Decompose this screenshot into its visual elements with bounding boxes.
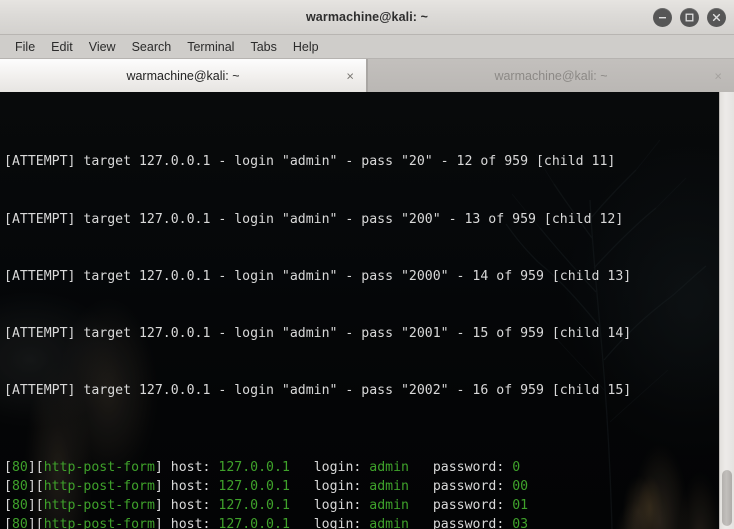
result-password-label: password: [432,459,513,475]
result-host-label: host: [170,517,219,529]
tab-bar: warmachine@kali: ~ × warmachine@kali: ~ … [0,59,734,92]
scrollbar-thumb[interactable] [722,470,732,526]
menu-item-view[interactable]: View [82,38,123,56]
result-gap-2 [409,517,433,529]
result-host-label: host: [170,478,219,494]
result-password: 01 [512,497,529,513]
tab-label: warmachine@kali: ~ [126,68,240,83]
menu-bar: File Edit View Search Terminal Tabs Help [0,35,734,59]
result-port: 80 [11,517,28,529]
menu-item-edit[interactable]: Edit [44,38,80,56]
result-open-bracket: [ [4,478,12,494]
menu-item-terminal[interactable]: Terminal [180,38,241,56]
result-password: 0 [512,459,521,475]
result-login: admin [369,497,409,513]
result-port: 80 [11,459,28,475]
result-password: 03 [512,517,529,529]
result-login-label: login: [313,478,370,494]
result-close-bracket: ] [154,497,171,513]
close-button[interactable] [707,8,726,27]
maximize-button[interactable] [680,8,699,27]
terminal-window: warmachine@kali: ~ File Edit View Search… [0,0,734,529]
attempt-text: [ATTEMPT] target 127.0.0.1 - login "admi… [4,268,632,284]
result-bracket-mid: ][ [27,478,44,494]
menu-item-file[interactable]: File [8,38,42,56]
result-close-bracket: ] [154,459,171,475]
result-gap-2 [409,460,433,475]
terminal-line-result: [80][http-post-form] host: 127.0.0.1 log… [4,477,719,496]
minimize-button[interactable] [653,8,672,27]
menu-item-help[interactable]: Help [286,38,326,56]
terminal-line-attempt: [ATTEMPT] target 127.0.0.1 - login "admi… [4,267,719,286]
result-gap-1 [290,517,314,529]
terminal-output[interactable]: [ATTEMPT] target 127.0.0.1 - login "admi… [0,92,719,529]
terminal-area: [ATTEMPT] target 127.0.0.1 - login "admi… [0,92,734,529]
result-open-bracket: [ [4,459,12,475]
terminal-results-block: [80][http-post-form] host: 127.0.0.1 log… [4,458,719,529]
close-icon [712,13,721,22]
tab-label: warmachine@kali: ~ [494,68,608,83]
result-gap-1 [290,498,314,513]
attempt-text: [ATTEMPT] target 127.0.0.1 - login "admi… [4,211,624,227]
result-close-bracket: ] [154,517,171,529]
menu-item-search[interactable]: Search [125,38,179,56]
result-login-label: login: [313,517,370,529]
menu-item-tabs[interactable]: Tabs [243,38,283,56]
terminal-screen: [ATTEMPT] target 127.0.0.1 - login "admi… [2,94,719,529]
title-bar: warmachine@kali: ~ [0,0,734,35]
attempt-text: [ATTEMPT] target 127.0.0.1 - login "admi… [4,383,632,399]
result-password: 00 [512,478,529,494]
result-service: http-post-form [43,478,155,494]
window-controls [653,0,726,35]
result-gap-1 [290,460,314,475]
attempt-text: [ATTEMPT] target 127.0.0.1 - login "admi… [4,326,632,342]
tab-close-icon[interactable]: × [346,69,354,82]
result-close-bracket: ] [154,478,171,494]
terminal-line-result: [80][http-post-form] host: 127.0.0.1 log… [4,515,719,529]
terminal-line-attempt: [ATTEMPT] target 127.0.0.1 - login "admi… [4,152,719,171]
tab-inactive[interactable]: warmachine@kali: ~ × [367,59,734,92]
terminal-line-attempt: [ATTEMPT] target 127.0.0.1 - login "admi… [4,381,719,400]
result-open-bracket: [ [4,497,12,513]
terminal-line-result: [80][http-post-form] host: 127.0.0.1 log… [4,496,719,515]
result-host: 127.0.0.1 [218,459,290,475]
tab-close-icon[interactable]: × [714,69,722,82]
result-host: 127.0.0.1 [218,517,290,529]
window-title: warmachine@kali: ~ [305,10,429,24]
result-gap-1 [290,479,314,494]
result-port: 80 [11,478,28,494]
result-service: http-post-form [43,517,155,529]
terminal-line-attempt: [ATTEMPT] target 127.0.0.1 - login "admi… [4,324,719,343]
terminal-line-result: [80][http-post-form] host: 127.0.0.1 log… [4,458,719,477]
result-login: admin [369,517,409,529]
result-password-label: password: [432,478,513,494]
result-host-label: host: [170,497,219,513]
minimize-icon [659,17,666,19]
maximize-icon [685,13,694,22]
result-bracket-mid: ][ [27,459,44,475]
result-host-label: host: [170,459,219,475]
result-password-label: password: [432,497,513,513]
result-login: admin [369,478,409,494]
result-host: 127.0.0.1 [218,497,290,513]
result-login: admin [369,459,409,475]
terminal-scrollbar[interactable] [719,92,734,529]
result-host: 127.0.0.1 [218,478,290,494]
result-open-bracket: [ [4,517,12,529]
result-service: http-post-form [43,459,155,475]
attempt-text: [ATTEMPT] target 127.0.0.1 - login "admi… [4,154,616,170]
result-gap-2 [409,498,433,513]
tab-active[interactable]: warmachine@kali: ~ × [0,59,367,92]
terminal-line-attempt: [ATTEMPT] target 127.0.0.1 - login "admi… [4,210,719,229]
result-password-label: password: [432,517,513,529]
result-service: http-post-form [43,497,155,513]
result-gap-2 [409,479,433,494]
result-bracket-mid: ][ [27,517,44,529]
result-bracket-mid: ][ [27,497,44,513]
result-login-label: login: [313,497,370,513]
result-port: 80 [11,497,28,513]
result-login-label: login: [313,459,370,475]
